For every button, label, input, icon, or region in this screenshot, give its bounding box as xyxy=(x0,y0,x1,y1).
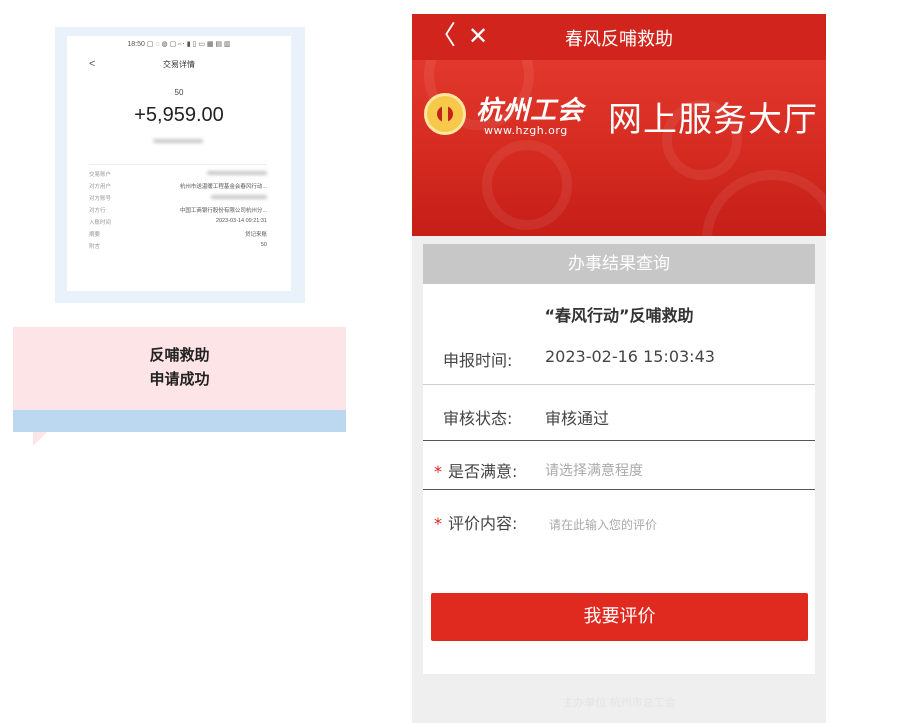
comment-label: 评价内容: xyxy=(448,514,518,533)
status-bar: 18:50 ▢ ◌ ◍ ▢ ▫ ⋅ ▮ ▯ ▭ ▦ ▤ ▥ xyxy=(127,41,231,48)
note-tail xyxy=(33,432,47,446)
transaction-row: 交易账户 xyxy=(89,168,267,180)
apply-time-label: 申报时间: xyxy=(443,351,513,370)
note-line-2: 申请成功 xyxy=(149,370,210,388)
required-star: * xyxy=(434,462,442,481)
banner-decoration xyxy=(702,170,826,236)
transaction-amount: +5,959.00 xyxy=(134,104,224,126)
card-subject: “春风行动”反哺救助 xyxy=(544,306,694,325)
blurred-text xyxy=(153,139,203,143)
submit-evaluation-button[interactable]: 我要评价 xyxy=(431,593,808,641)
brand-name: 杭州工会 xyxy=(476,96,585,126)
banner: 杭州工会 www.hzgh.org 网上服务大厅 xyxy=(412,60,826,236)
required-star: * xyxy=(434,514,442,533)
divider xyxy=(89,164,267,165)
union-logo-icon xyxy=(424,93,466,135)
nav-bar: 〈 ✕ 春风反哺救助 xyxy=(412,14,826,60)
transaction-row: 附言 50 xyxy=(89,242,267,250)
transaction-subtitle: 50 xyxy=(174,88,184,97)
divider xyxy=(423,489,815,490)
review-status-label: 审核状态: xyxy=(443,409,513,428)
mobile-page: 〈 ✕ 春风反哺救助 杭州工会 www.hzgh.org 网上服务大厅 办事结果… xyxy=(412,14,826,723)
transaction-title: 交易详情 xyxy=(163,60,195,69)
banner-title: 网上服务大厅 xyxy=(608,100,818,140)
transaction-row: 入账时间 2023-03-14 09:21:31 xyxy=(89,218,267,226)
divider xyxy=(423,384,815,385)
divider xyxy=(423,440,815,441)
transaction-detail-image: 18:50 ▢ ◌ ◍ ▢ ▫ ⋅ ▮ ▯ ▭ ▦ ▤ ▥ < 交易详情 50 … xyxy=(67,36,291,291)
satisfaction-select[interactable]: 请选择满意程度 xyxy=(545,460,643,480)
brand-url: www.hzgh.org xyxy=(484,124,568,137)
transaction-row: 对方用户 杭州市送温暖工程基金会春风行动... xyxy=(89,184,267,190)
transaction-row: 对方行 中国工商银行股份有限公司杭州分... xyxy=(89,208,267,214)
transaction-row: 对方账号 xyxy=(89,192,267,204)
transaction-screenshot: 18:50 ▢ ◌ ◍ ▢ ▫ ⋅ ▮ ▯ ▭ ▦ ▤ ▥ < 交易详情 50 … xyxy=(55,27,305,303)
banner-decoration xyxy=(482,140,572,230)
success-note: 反哺救助 申请成功 xyxy=(13,327,346,410)
transaction-row: 摘要 贷记来账 xyxy=(89,232,267,238)
card-header: 办事结果查询 xyxy=(423,244,815,284)
comment-textarea[interactable]: 请在此输入您的评价 xyxy=(549,516,657,533)
review-status-value: 审核通过 xyxy=(545,409,610,428)
note-bar xyxy=(13,410,346,432)
apply-time-value: 2023-02-16 15:03:43 xyxy=(545,347,715,366)
result-card: 办事结果查询 “春风行动”反哺救助 申报时间: 2023-02-16 15:03… xyxy=(423,244,815,674)
footer-text: 主办单位 杭州市总工会 xyxy=(562,696,676,709)
satisfaction-label: 是否满意: xyxy=(448,462,518,481)
note-line-1: 反哺救助 xyxy=(149,346,210,364)
page-title: 春风反哺救助 xyxy=(565,29,673,50)
